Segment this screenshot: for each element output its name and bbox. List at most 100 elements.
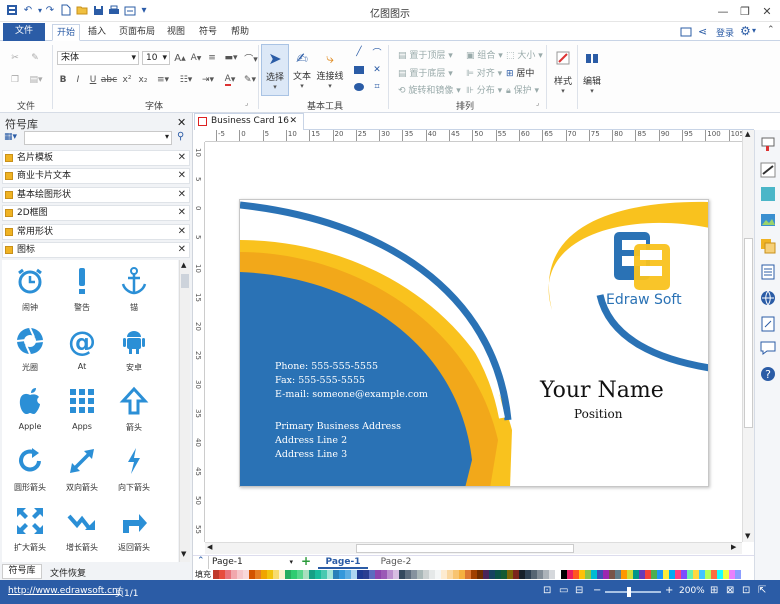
line-style-panel-icon[interactable] <box>760 162 776 178</box>
bullets-icon[interactable]: ☷▾ <box>176 73 196 87</box>
arrange-dialog-launcher-icon[interactable]: ⌟ <box>536 99 539 107</box>
login-link[interactable]: 登录 <box>716 26 734 39</box>
actual-size-icon[interactable]: ⊡ <box>742 585 750 596</box>
drawing-canvas[interactable]: Edraw Soft Phone: 555-555-5555 Fax: 555-… <box>205 142 742 542</box>
tab-page-layout[interactable]: 页面布局 <box>115 24 159 41</box>
fit-page-icon[interactable]: ⊡ <box>543 585 551 596</box>
select-tool-button[interactable]: ➤ 选择 ▾ <box>261 44 289 96</box>
symbol-expand-arrow[interactable]: 扩大箭头 <box>4 506 56 562</box>
page-up-icon[interactable]: ⌃ <box>197 556 205 566</box>
status-expand-icon[interactable]: ⇱ <box>758 585 766 596</box>
rotate-mirror-button[interactable]: ⟲ 旋转和镜像 ▾ <box>398 83 461 96</box>
library-category[interactable]: 常用形状 ✕ <box>2 224 190 240</box>
line-spacing-icon[interactable]: ▬▾ <box>220 51 242 65</box>
library-search-input[interactable]: ▾ <box>24 131 172 145</box>
bring-to-front-button[interactable]: ▤ 置于顶层 ▾ <box>398 48 453 61</box>
help-panel-icon[interactable]: ? <box>760 366 776 382</box>
globe-panel-icon[interactable] <box>760 290 776 306</box>
protect-button[interactable]: 🔒︎ 保护 ▾ <box>506 83 539 96</box>
scroll-down-icon[interactable]: ▼ <box>181 550 186 558</box>
strikethrough-icon[interactable]: abc <box>101 73 117 87</box>
present-icon[interactable]: ▭ <box>559 585 568 596</box>
symbol-at[interactable]: @ At <box>56 326 108 384</box>
tab-symbol-library[interactable]: 符号库 <box>2 564 42 579</box>
close-document-icon[interactable]: ✕ <box>289 114 297 129</box>
italic-icon[interactable]: I <box>72 73 84 87</box>
text-shape-icon[interactable]: ⌒▾ <box>244 51 258 65</box>
tab-home[interactable]: 开始 <box>52 24 80 41</box>
rectangle-icon[interactable] <box>352 63 366 77</box>
format-painter-panel-icon[interactable] <box>760 136 776 152</box>
scroll-up-icon[interactable]: ▲ <box>745 130 750 138</box>
library-scrollbar[interactable]: ▲ ▼ <box>179 260 190 562</box>
group-button[interactable]: ▣ 组合 ▾ <box>466 48 503 61</box>
tab-symbols[interactable]: 符号 <box>195 24 221 41</box>
grow-font-icon[interactable]: A ▲ <box>174 51 186 65</box>
close-icon[interactable]: ✕ <box>758 2 776 20</box>
page-panel-icon[interactable] <box>760 264 776 280</box>
scroll-down-icon[interactable]: ▼ <box>745 532 750 540</box>
scroll-thumb[interactable] <box>744 238 753 428</box>
close-category-icon[interactable]: ✕ <box>178 206 186 220</box>
zoom-out-icon[interactable]: − <box>593 585 601 596</box>
page-tab-2[interactable]: Page-2 <box>371 556 421 569</box>
symbol-circular-arrow[interactable]: 圆形箭头 <box>4 446 56 504</box>
cut-icon[interactable]: ✂ <box>8 51 22 65</box>
highlight-icon[interactable]: ✎▾ <box>242 73 258 87</box>
zoom-slider[interactable] <box>605 591 661 593</box>
tab-file-recovery[interactable]: 文件恢复 <box>50 566 86 579</box>
settings-dropdown-icon[interactable]: ▾ <box>752 26 756 35</box>
close-category-icon[interactable]: ✕ <box>178 151 186 165</box>
size-button[interactable]: ⬚ 大小 ▾ <box>506 48 543 61</box>
settings-gear-icon[interactable]: ⚙ <box>740 24 751 38</box>
shrink-font-icon[interactable]: A ▼ <box>190 51 202 65</box>
page-selector[interactable]: Page-1 ▾ <box>208 556 296 569</box>
library-category[interactable]: 基本绘图形状 ✕ <box>2 187 190 203</box>
fit-window-icon[interactable]: ⊠ <box>726 585 734 596</box>
library-category[interactable]: 商业卡片文本 ✕ <box>2 168 190 184</box>
library-category[interactable]: 2D框图 ✕ <box>2 205 190 221</box>
font-dialog-launcher-icon[interactable]: ⌟ <box>245 99 248 107</box>
horizontal-scrollbar[interactable]: ◀ ▶ <box>205 542 742 554</box>
business-card[interactable]: Edraw Soft Phone: 555-555-5555 Fax: 555-… <box>239 199 709 487</box>
comment-panel-icon[interactable] <box>760 340 776 356</box>
align-text-icon[interactable]: ≡ <box>206 51 218 65</box>
fill-panel-icon[interactable] <box>760 186 776 202</box>
fit-width-icon[interactable]: ⊞ <box>710 585 718 596</box>
close-category-icon[interactable]: ✕ <box>178 225 186 239</box>
note-panel-icon[interactable] <box>760 316 776 332</box>
website-link[interactable]: http://www.edrawsoft.cn/ <box>8 586 121 596</box>
share-icon[interactable]: ⋖ <box>698 25 707 38</box>
text-align-icon[interactable]: ≡▾ <box>153 73 173 87</box>
restore-icon[interactable]: ❐ <box>736 2 754 20</box>
symbol-alarm-clock[interactable]: 闹钟 <box>4 266 56 324</box>
close-category-icon[interactable]: ✕ <box>178 169 186 183</box>
crop-icon[interactable]: ⌗ <box>370 80 384 94</box>
scroll-thumb[interactable] <box>356 544 574 553</box>
send-to-back-button[interactable]: ▤ 置于底层 ▾ <box>398 66 453 79</box>
line-icon[interactable]: ╱ <box>352 45 366 59</box>
connector-tool-button[interactable]: ⤷ 连接线 ▾ <box>315 44 345 96</box>
symbol-apps[interactable]: Apps <box>56 386 108 444</box>
indent-icon[interactable]: ⇥▾ <box>198 73 218 87</box>
format-painter-icon[interactable]: ✎ <box>28 51 42 65</box>
symbol-apple[interactable]: Apple <box>4 386 56 444</box>
tab-help[interactable]: 帮助 <box>227 24 253 41</box>
library-category[interactable]: 图标 ✕ <box>2 242 190 258</box>
close-library-icon[interactable]: ✕ <box>177 116 186 129</box>
close-category-icon[interactable]: ✕ <box>178 188 186 202</box>
scroll-thumb[interactable] <box>181 274 189 288</box>
zoom-slider-thumb[interactable] <box>627 587 631 597</box>
symbol-return-arrow[interactable]: 返回箭头 <box>108 506 160 562</box>
tab-file[interactable]: 文件 <box>3 23 45 41</box>
vertical-scrollbar[interactable]: ▲ ▼ <box>742 130 754 542</box>
library-menu-icon[interactable]: ▦▾ <box>4 132 22 144</box>
add-page-icon[interactable]: + <box>301 554 311 568</box>
close-category-icon[interactable]: ✕ <box>178 243 186 257</box>
collapse-ribbon-icon[interactable]: ⌃ <box>767 25 775 35</box>
cross-icon[interactable]: ✕ <box>370 63 384 77</box>
symbol-android[interactable]: 安卓 <box>108 326 160 384</box>
symbol-down-arrow[interactable]: 向下箭头 <box>108 446 160 504</box>
ellipse-icon[interactable] <box>352 80 366 94</box>
scroll-up-icon[interactable]: ▲ <box>181 261 186 269</box>
